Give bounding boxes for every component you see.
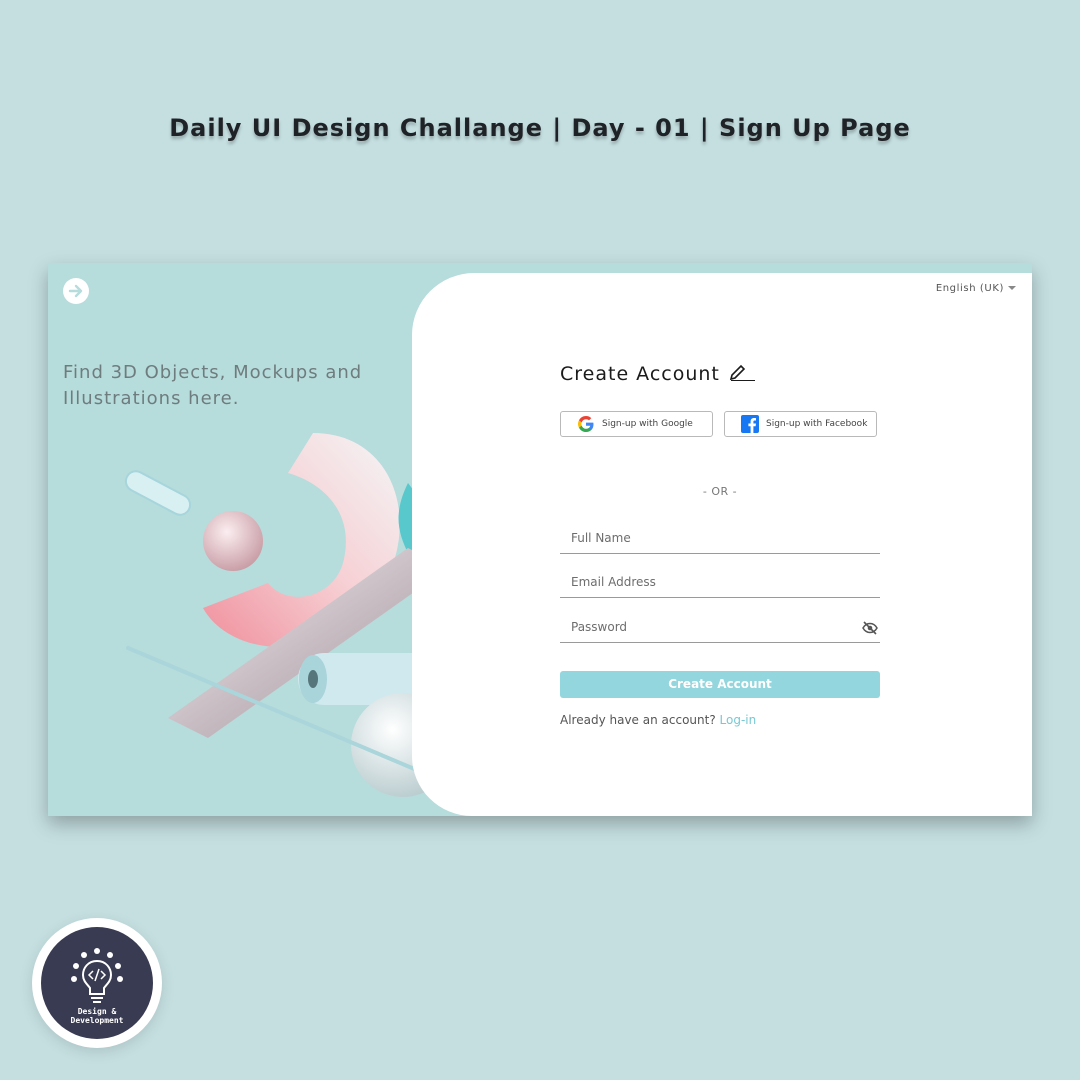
login-prompt-text: Already have an account? xyxy=(560,713,716,727)
signup-panel: English (UK) Create Account Sign-up with… xyxy=(412,273,1032,816)
hero-tagline: Find 3D Objects, Mockups and Illustratio… xyxy=(63,362,363,409)
signup-card: Find 3D Objects, Mockups and Illustratio… xyxy=(48,263,1032,816)
or-divider: - OR - xyxy=(702,485,738,498)
form-title-text: Create Account xyxy=(560,363,720,385)
arrow-right-circle-icon[interactable] xyxy=(63,278,89,304)
email-placeholder: Email Address xyxy=(571,575,656,589)
email-field[interactable]: Email Address xyxy=(560,571,880,598)
chevron-down-icon xyxy=(1008,286,1016,290)
design-development-badge: Design & Development xyxy=(32,918,162,1048)
facebook-signup-label: Sign-up with Facebook xyxy=(766,419,868,429)
eye-off-icon[interactable] xyxy=(862,620,878,636)
badge-line-2: Development xyxy=(70,1016,124,1025)
full-name-placeholder: Full Name xyxy=(571,531,631,545)
google-signup-label: Sign-up with Google xyxy=(602,419,693,429)
full-name-field[interactable]: Full Name xyxy=(560,527,880,554)
badge-inner: Design & Development xyxy=(41,927,153,1039)
login-link[interactable]: Log-in xyxy=(720,713,757,727)
form-title: Create Account xyxy=(560,363,756,387)
login-prompt: Already have an account? Log-in xyxy=(560,713,756,727)
language-selector[interactable]: English (UK) xyxy=(936,283,1016,294)
lightbulb-code-icon xyxy=(71,947,123,1005)
create-account-button[interactable]: Create Account xyxy=(560,671,880,698)
language-label: English (UK) xyxy=(935,283,1004,294)
facebook-signup-button[interactable]: Sign-up with Facebook xyxy=(724,411,877,437)
google-icon xyxy=(577,415,595,433)
password-placeholder: Password xyxy=(571,620,628,634)
page-title: Daily UI Design Challange | Day - 01 | S… xyxy=(169,114,911,142)
password-field[interactable]: Password xyxy=(560,616,880,643)
pencil-icon xyxy=(728,364,756,387)
badge-text: Design & Development xyxy=(41,1007,153,1025)
google-signup-button[interactable]: Sign-up with Google xyxy=(560,411,713,437)
badge-line-1: Design & xyxy=(77,1007,117,1016)
facebook-icon xyxy=(741,415,759,433)
